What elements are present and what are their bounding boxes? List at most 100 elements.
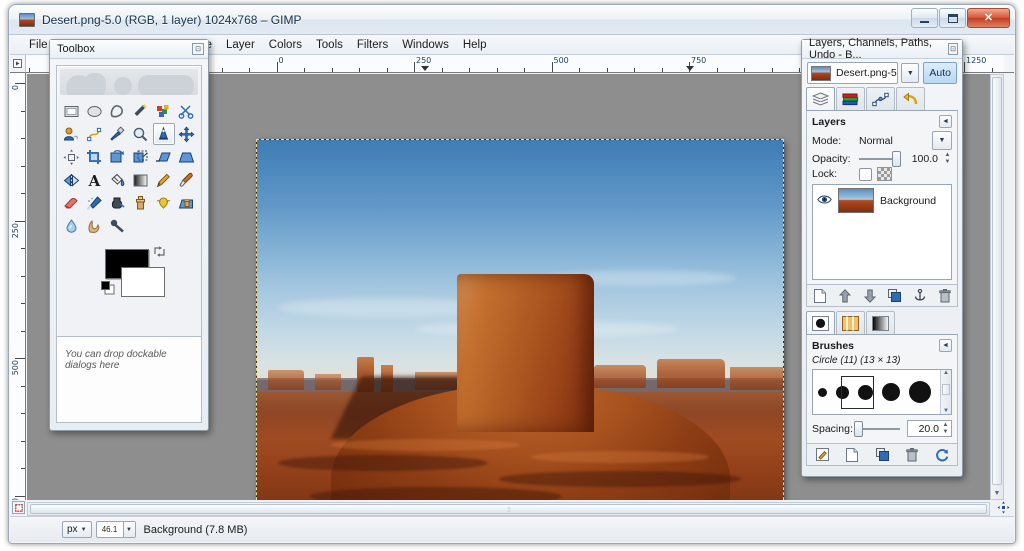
scale-tool[interactable] — [129, 146, 151, 168]
auto-follow-button[interactable]: Auto — [923, 62, 957, 84]
toolbox-window[interactable]: Toolbox ⊡ A You can d — [49, 39, 209, 431]
spacing-field[interactable]: 20.0 ▲▼ — [907, 420, 952, 437]
shear-tool[interactable] — [153, 146, 175, 168]
blur-sharpen-tool[interactable] — [60, 215, 82, 237]
color-picker-tool[interactable] — [106, 123, 128, 145]
tab-patterns[interactable] — [836, 311, 865, 334]
tab-layers[interactable] — [806, 87, 835, 110]
lock-alpha-checkbox[interactable] — [877, 167, 892, 181]
layer-visibility-icon[interactable] — [817, 194, 832, 208]
dock-menu-button[interactable]: ⊡ — [948, 43, 958, 55]
free-select-tool[interactable] — [106, 100, 128, 122]
brush-scroll-thumb[interactable] — [942, 384, 950, 395]
measure-tool[interactable] — [153, 123, 175, 145]
zoom-tool[interactable] — [129, 123, 151, 145]
chevron-down-icon[interactable]: ▼ — [932, 131, 952, 150]
scroll-up-icon[interactable]: ▲ — [941, 370, 951, 376]
brush-grid[interactable]: ▲ ▼ — [812, 369, 952, 415]
paintbrush-tool[interactable] — [176, 169, 198, 191]
flip-tool[interactable] — [60, 169, 82, 191]
layer-row-background[interactable]: Background — [813, 185, 951, 216]
raise-layer-button[interactable] — [835, 287, 855, 305]
airbrush-tool[interactable] — [83, 192, 105, 214]
dock-titlebar[interactable]: Layers, Channels, Paths, Undo - B... ⊡ — [802, 40, 962, 59]
scissors-select-tool[interactable] — [176, 100, 198, 122]
lower-layer-button[interactable] — [860, 287, 880, 305]
opacity-slider[interactable] — [859, 158, 897, 160]
crop-tool[interactable] — [83, 146, 105, 168]
horizontal-scroll-thumb[interactable]: ⦙⦙ — [30, 504, 987, 514]
background-color-swatch[interactable] — [121, 267, 165, 297]
eraser-tool[interactable] — [60, 192, 82, 214]
tab-brushes[interactable] — [806, 311, 835, 334]
lock-pixels-checkbox[interactable] — [859, 168, 872, 181]
quick-mask-toggle[interactable] — [12, 501, 25, 514]
text-tool[interactable]: A — [83, 169, 105, 191]
menu-tools[interactable]: Tools — [309, 37, 350, 53]
delete-layer-button[interactable] — [935, 287, 955, 305]
brush-item[interactable] — [909, 381, 931, 403]
tab-gradients[interactable] — [866, 311, 895, 334]
brush-item[interactable] — [818, 388, 827, 397]
menu-filters[interactable]: Filters — [350, 37, 395, 53]
perspective-tool[interactable] — [176, 146, 198, 168]
scroll-down-icon[interactable]: ▼ — [991, 487, 1003, 499]
scroll-down-icon[interactable]: ▼ — [941, 408, 951, 414]
edit-brush-button[interactable] — [812, 446, 832, 464]
clone-tool[interactable] — [129, 192, 151, 214]
brush-item[interactable] — [882, 383, 900, 401]
swap-colors-icon[interactable] — [153, 245, 166, 258]
image-window[interactable] — [255, 138, 785, 500]
layers-dock-window[interactable]: Layers, Channels, Paths, Undo - B... ⊡ D… — [801, 39, 963, 477]
layer-name[interactable]: Background — [880, 195, 936, 207]
opacity-value[interactable]: 100.0 — [904, 153, 938, 165]
menu-colors[interactable]: Colors — [262, 37, 309, 53]
close-button[interactable]: ✕ — [967, 8, 1010, 28]
layer-list[interactable]: Background — [812, 184, 952, 280]
spacing-stepper[interactable]: ▲▼ — [942, 422, 951, 435]
anchor-layer-button[interactable] — [910, 287, 930, 305]
window-titlebar[interactable]: Desert.png-5.0 (RGB, 1 layer) 1024x768 –… — [9, 5, 1015, 35]
mode-value[interactable]: Normal — [859, 135, 927, 147]
toolbox-menu-button[interactable]: ⊡ — [192, 43, 204, 55]
rect-select-tool[interactable] — [60, 100, 82, 122]
stepper-down-icon[interactable]: ▼ — [943, 159, 952, 165]
stepper-up-icon[interactable]: ▲ — [942, 422, 949, 428]
chevron-down-icon[interactable]: ▼ — [901, 63, 919, 83]
menu-help[interactable]: Help — [456, 37, 494, 53]
new-brush-button[interactable] — [842, 446, 862, 464]
duplicate-layer-button[interactable] — [885, 287, 905, 305]
bucket-fill-tool[interactable] — [106, 169, 128, 191]
refresh-brushes-button[interactable] — [932, 446, 952, 464]
pencil-tool[interactable] — [153, 169, 175, 191]
brush-scrollbar[interactable]: ▲ ▼ — [940, 370, 951, 414]
tab-undo-history[interactable] — [896, 87, 925, 110]
perspective-clone-tool[interactable] — [176, 192, 198, 214]
unit-selector[interactable]: px ▼ — [62, 521, 92, 538]
opacity-slider-knob[interactable] — [892, 151, 901, 167]
alignment-tool[interactable] — [60, 146, 82, 168]
tab-channels[interactable] — [836, 87, 865, 110]
vertical-scroll-thumb[interactable] — [992, 77, 1002, 485]
duplicate-brush-button[interactable] — [872, 446, 892, 464]
ink-tool[interactable] — [106, 192, 128, 214]
brushes-menu-button[interactable]: ◄ — [939, 339, 952, 352]
zoom-selector[interactable]: 46.1 ▼ — [96, 521, 136, 538]
tab-paths[interactable] — [866, 87, 895, 110]
opacity-stepper[interactable]: ▲▼ — [943, 152, 952, 165]
vertical-scrollbar[interactable]: ▼ — [990, 74, 1004, 500]
new-layer-button[interactable] — [810, 287, 830, 305]
stepper-up-icon[interactable]: ▲ — [943, 152, 952, 158]
spacing-slider[interactable] — [858, 428, 900, 430]
toolbox-titlebar[interactable]: Toolbox ⊡ — [50, 40, 208, 59]
zoom-value[interactable]: 46.1 — [97, 525, 123, 534]
fuzzy-select-tool[interactable] — [129, 100, 151, 122]
select-by-color-tool[interactable] — [153, 100, 175, 122]
layers-menu-button[interactable]: ◄ — [939, 115, 952, 128]
maximize-button[interactable] — [939, 8, 966, 28]
spacing-value[interactable]: 20.0 — [908, 423, 942, 435]
navigation-corner-button[interactable] — [996, 500, 1010, 514]
ruler-origin-button[interactable] — [10, 55, 26, 73]
image-combo[interactable]: Desert.png-5 — [807, 62, 898, 84]
foreground-select-tool[interactable] — [60, 123, 82, 145]
